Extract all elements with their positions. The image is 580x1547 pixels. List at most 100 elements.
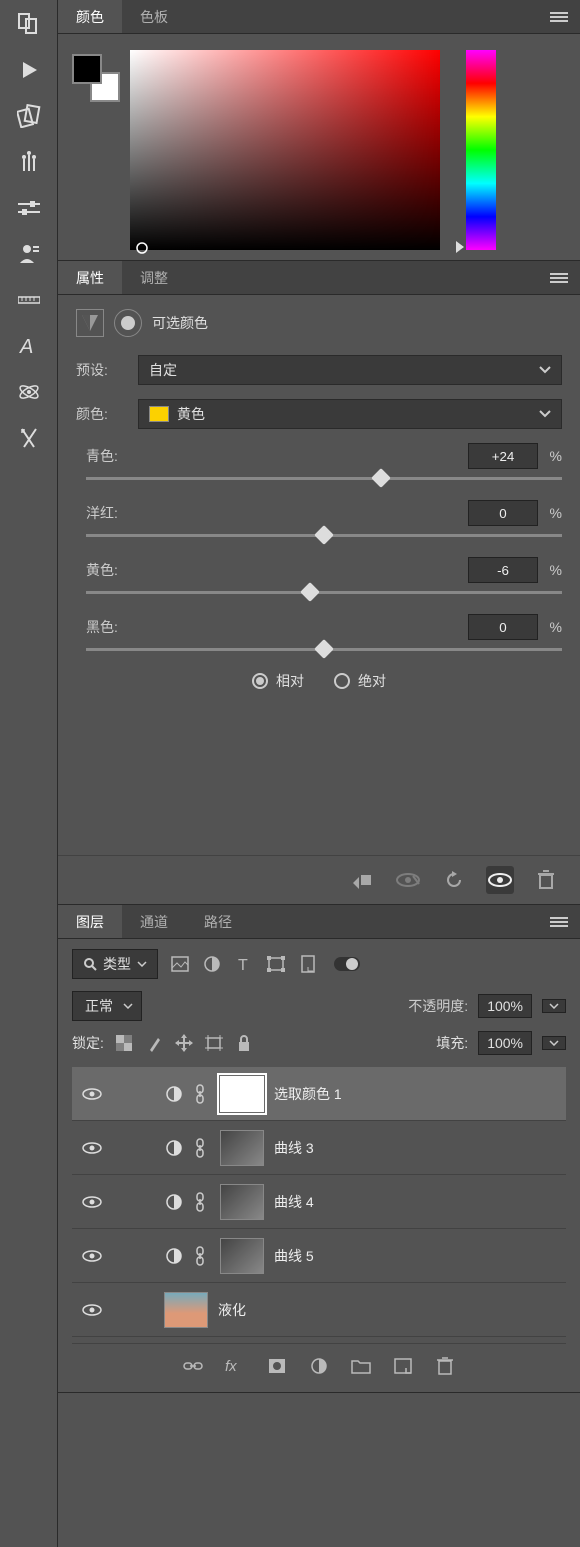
tool-two-rects-icon[interactable] bbox=[15, 10, 43, 38]
chevron-down-icon bbox=[539, 366, 551, 374]
new-adjustment-icon[interactable] bbox=[309, 1356, 329, 1376]
slider-thumb[interactable] bbox=[371, 468, 391, 488]
slider-track[interactable] bbox=[86, 648, 562, 651]
tab-layers[interactable]: 图层 bbox=[58, 905, 122, 938]
slider-track[interactable] bbox=[86, 534, 562, 537]
play-icon[interactable] bbox=[15, 56, 43, 84]
layer-thumbnail[interactable] bbox=[220, 1076, 264, 1112]
filter-type-select[interactable]: 类型 bbox=[72, 949, 158, 979]
tab-paths[interactable]: 路径 bbox=[186, 905, 250, 938]
chevron-down-icon bbox=[137, 961, 147, 967]
layer-name[interactable]: 曲线 3 bbox=[274, 1138, 314, 1158]
color-value: 黄色 bbox=[177, 404, 205, 424]
reset-icon[interactable] bbox=[440, 866, 468, 894]
properties-tabs: 属性 调整 bbox=[58, 261, 580, 295]
link-layers-icon[interactable] bbox=[183, 1356, 203, 1376]
tab-properties[interactable]: 属性 bbox=[58, 261, 122, 294]
lock-paint-icon[interactable] bbox=[144, 1033, 164, 1053]
visibility-toggle-icon[interactable] bbox=[80, 1087, 104, 1101]
lock-transparency-icon[interactable] bbox=[114, 1033, 134, 1053]
layer-link-icon[interactable] bbox=[194, 1192, 210, 1212]
opacity-value[interactable]: 100% bbox=[478, 994, 532, 1018]
layer-thumbnail[interactable] bbox=[220, 1130, 264, 1166]
color-select[interactable]: 黄色 bbox=[138, 399, 562, 429]
slider-track[interactable] bbox=[86, 591, 562, 594]
color-field[interactable] bbox=[130, 50, 440, 250]
fill-dropdown[interactable] bbox=[542, 1036, 566, 1050]
filter-toggle[interactable] bbox=[334, 957, 360, 971]
slider-value-input[interactable] bbox=[468, 443, 538, 469]
visibility-toggle-icon[interactable] bbox=[80, 1303, 104, 1317]
slider-value-input[interactable] bbox=[468, 500, 538, 526]
search-icon bbox=[83, 957, 97, 971]
layer-name[interactable]: 液化 bbox=[218, 1300, 246, 1320]
filter-adjustment-icon[interactable] bbox=[202, 954, 222, 974]
panel-menu-icon[interactable] bbox=[550, 11, 568, 23]
layer-row[interactable]: 选取颜色 1 bbox=[72, 1067, 566, 1121]
slider-thumb[interactable] bbox=[300, 582, 320, 602]
new-group-icon[interactable] bbox=[351, 1356, 371, 1376]
slider-track[interactable] bbox=[86, 477, 562, 480]
filter-smart-icon[interactable] bbox=[298, 954, 318, 974]
preset-select[interactable]: 自定 bbox=[138, 355, 562, 385]
layer-row[interactable]: 液化 bbox=[72, 1283, 566, 1337]
panel-menu-icon[interactable] bbox=[550, 272, 568, 284]
radio-relative[interactable]: 相对 bbox=[252, 671, 304, 691]
layer-row[interactable]: 曲线 4 bbox=[72, 1175, 566, 1229]
lock-all-icon[interactable] bbox=[234, 1033, 254, 1053]
sliders-icon[interactable] bbox=[15, 194, 43, 222]
fill-value[interactable]: 100% bbox=[478, 1031, 532, 1055]
visibility-toggle-icon[interactable] bbox=[80, 1249, 104, 1263]
atom-icon[interactable] bbox=[15, 378, 43, 406]
layer-row[interactable]: 曲线 5 bbox=[72, 1229, 566, 1283]
layer-thumbnail[interactable] bbox=[220, 1184, 264, 1220]
opacity-dropdown[interactable] bbox=[542, 999, 566, 1013]
add-mask-icon[interactable] bbox=[267, 1356, 287, 1376]
foreground-swatch[interactable] bbox=[72, 54, 102, 84]
ruler-icon[interactable] bbox=[15, 286, 43, 314]
layer-thumbnail[interactable] bbox=[220, 1238, 264, 1274]
fg-bg-swatch[interactable] bbox=[72, 54, 120, 102]
tab-channels[interactable]: 通道 bbox=[122, 905, 186, 938]
filter-type-icon[interactable]: T bbox=[234, 954, 254, 974]
tab-swatches[interactable]: 色板 bbox=[122, 0, 186, 33]
blend-mode-select[interactable]: 正常 bbox=[72, 991, 142, 1021]
mask-icon[interactable] bbox=[114, 309, 142, 337]
type-a-icon[interactable]: A bbox=[15, 332, 43, 360]
layer-name[interactable]: 曲线 4 bbox=[274, 1192, 314, 1212]
filter-image-icon[interactable] bbox=[170, 954, 190, 974]
slider-thumb[interactable] bbox=[314, 525, 334, 545]
hue-slider[interactable] bbox=[466, 50, 496, 250]
layer-thumbnail[interactable] bbox=[164, 1292, 208, 1328]
layer-row[interactable]: 曲线 3 bbox=[72, 1121, 566, 1175]
view-previous-icon[interactable] bbox=[394, 866, 422, 894]
visibility-toggle-icon[interactable] bbox=[80, 1195, 104, 1209]
trash-icon[interactable] bbox=[532, 866, 560, 894]
visibility-icon[interactable] bbox=[486, 866, 514, 894]
lock-position-icon[interactable] bbox=[174, 1033, 194, 1053]
layer-name[interactable]: 选取颜色 1 bbox=[274, 1084, 342, 1104]
layer-link-icon[interactable] bbox=[194, 1246, 210, 1266]
slider-value-input[interactable] bbox=[468, 557, 538, 583]
slider-value-input[interactable] bbox=[468, 614, 538, 640]
layer-name[interactable]: 曲线 5 bbox=[274, 1246, 314, 1266]
slider-thumb[interactable] bbox=[314, 639, 334, 659]
clip-to-layer-icon[interactable] bbox=[348, 866, 376, 894]
delete-layer-icon[interactable] bbox=[435, 1356, 455, 1376]
person-icon[interactable] bbox=[15, 240, 43, 268]
layer-link-icon[interactable] bbox=[194, 1084, 210, 1104]
fx-icon[interactable]: fx bbox=[225, 1356, 245, 1376]
radio-absolute[interactable]: 绝对 bbox=[334, 671, 386, 691]
new-layer-icon[interactable] bbox=[393, 1356, 413, 1376]
tab-adjustments[interactable]: 调整 bbox=[122, 261, 186, 294]
utensils-icon[interactable] bbox=[15, 424, 43, 452]
tab-color[interactable]: 颜色 bbox=[58, 0, 122, 33]
visibility-toggle-icon[interactable] bbox=[80, 1141, 104, 1155]
layer-link-icon[interactable] bbox=[194, 1138, 210, 1158]
filter-shape-icon[interactable] bbox=[266, 954, 286, 974]
adjustment-icon bbox=[164, 1192, 184, 1212]
brushes-icon[interactable] bbox=[15, 148, 43, 176]
cards-icon[interactable] bbox=[15, 102, 43, 130]
panel-menu-icon[interactable] bbox=[550, 916, 568, 928]
lock-artboard-icon[interactable] bbox=[204, 1033, 224, 1053]
